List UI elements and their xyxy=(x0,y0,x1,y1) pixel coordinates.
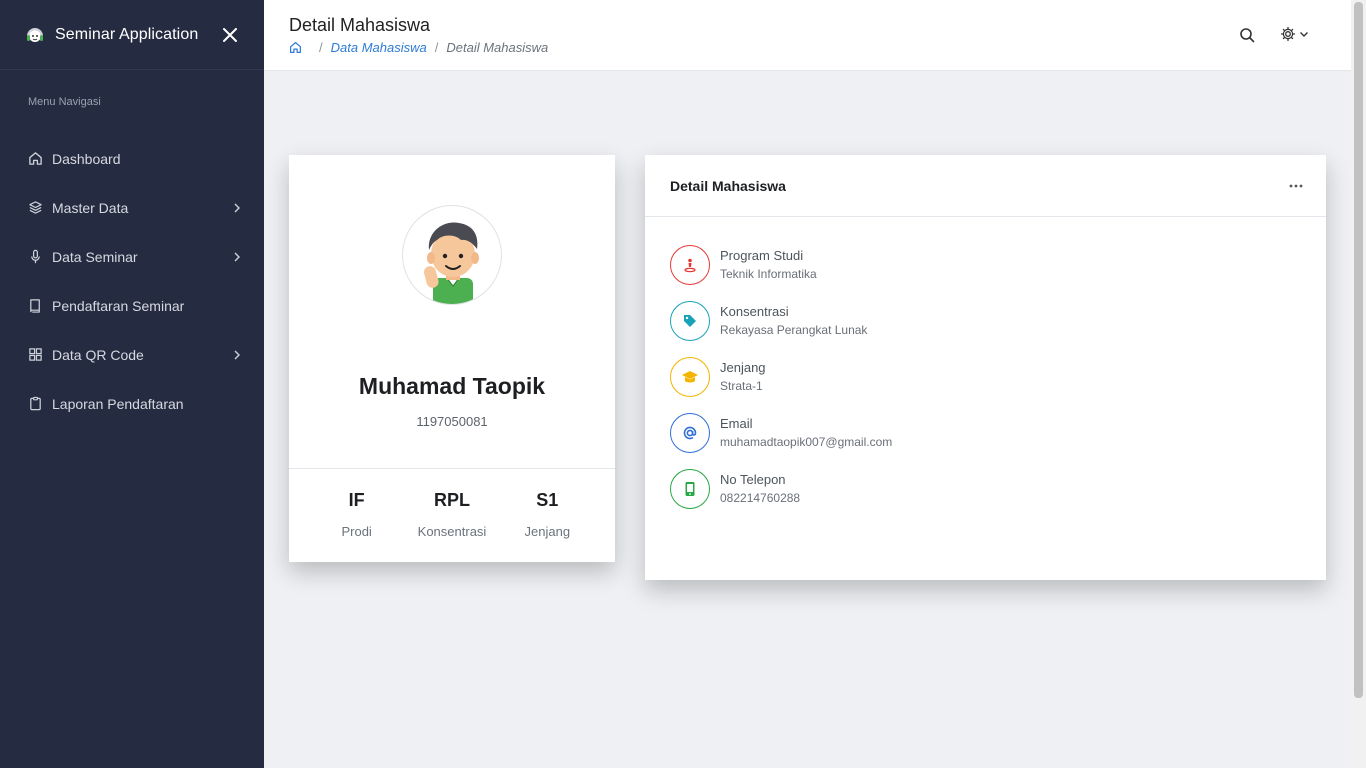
stat-label: Jenjang xyxy=(524,524,571,539)
sidebar-item-label: Data Seminar xyxy=(52,248,138,265)
profile-stats: IF Prodi RPL Konsentrasi S1 Jenjang xyxy=(289,490,615,539)
menu-heading: Menu Navigasi xyxy=(28,96,101,108)
breadcrumb-separator: / xyxy=(434,40,439,55)
chevron-down-icon xyxy=(1300,32,1308,37)
app-title: Seminar Application xyxy=(55,25,199,43)
info-row-konsentrasi: Konsentrasi Rekayasa Perangkat Lunak xyxy=(670,293,892,349)
sidebar-item-label: Dashboard xyxy=(52,150,121,167)
sidebar-menu: Dashboard Master Data Data Seminar Penda… xyxy=(0,134,264,428)
sidebar-item-label: Pendaftaran Seminar xyxy=(52,297,185,314)
detail-info-list: Program Studi Teknik Informatika Konsent… xyxy=(670,237,892,517)
breadcrumb-home-link[interactable] xyxy=(289,41,303,55)
at-icon xyxy=(670,413,710,453)
stat-label: Prodi xyxy=(341,524,372,539)
breadcrumb-current: Detail Mahasiswa xyxy=(446,40,549,55)
more-options-button[interactable] xyxy=(1286,179,1306,193)
settings-dropdown-button[interactable] xyxy=(1280,24,1312,44)
stat-prodi: IF Prodi xyxy=(312,490,402,539)
student-name: Muhamad Taopik xyxy=(358,373,546,399)
book-icon xyxy=(27,298,43,314)
info-value: Rekayasa Perangkat Lunak xyxy=(720,323,868,337)
info-value: Teknik Informatika xyxy=(720,267,817,281)
graduation-cap-icon xyxy=(670,357,710,397)
chevron-right-icon xyxy=(234,252,240,261)
sidebar-item-label: Laporan Pendaftaran xyxy=(52,395,184,412)
avatar xyxy=(402,205,502,305)
breadcrumb-link-data-mahasiswa[interactable]: Data Mahasiswa xyxy=(331,40,427,55)
grid-icon xyxy=(27,347,43,363)
stat-konsentrasi: RPL Konsentrasi xyxy=(407,490,497,539)
info-row-email: Email muhamadtaopik007@gmail.com xyxy=(670,405,892,461)
info-row-jenjang: Jenjang Strata-1 xyxy=(670,349,892,405)
microphone-icon xyxy=(27,249,43,265)
gear-icon xyxy=(1280,26,1296,42)
breadcrumb-separator: / xyxy=(319,40,323,55)
headset-logo-icon xyxy=(24,24,46,46)
student-nim: 1197050081 xyxy=(416,414,488,429)
stat-jenjang: S1 Jenjang xyxy=(502,490,592,539)
page-title: Detail Mahasiswa xyxy=(289,15,431,35)
layers-icon xyxy=(27,200,43,216)
sidebar-item-master-data[interactable]: Master Data xyxy=(0,183,264,232)
detail-card: Detail Mahasiswa Program Studi Teknik In… xyxy=(645,155,1326,580)
info-label: Konsentrasi xyxy=(720,304,789,319)
stat-value: RPL xyxy=(433,490,470,510)
sidebar-item-label: Master Data xyxy=(52,199,129,216)
close-sidebar-button[interactable] xyxy=(218,23,242,47)
top-header: Detail Mahasiswa / Data Mahasiswa / Deta… xyxy=(264,0,1351,71)
info-label: No Telepon xyxy=(720,472,786,487)
breadcrumb: / Data Mahasiswa / Detail Mahasiswa xyxy=(289,40,548,55)
stat-value: S1 xyxy=(536,490,559,510)
search-button[interactable] xyxy=(1236,24,1258,46)
info-value: muhamadtaopik007@gmail.com xyxy=(720,435,893,449)
sidebar-item-data-seminar[interactable]: Data Seminar xyxy=(0,232,264,281)
info-value: Strata-1 xyxy=(720,379,763,393)
info-label: Program Studi xyxy=(720,248,804,263)
page-scrollbar[interactable] xyxy=(1351,0,1366,768)
sidebar-item-laporan-pendaftaran[interactable]: Laporan Pendaftaran xyxy=(0,379,264,428)
sidebar-item-dashboard[interactable]: Dashboard xyxy=(0,134,264,183)
sidebar: Seminar Application Menu Navigasi Dashbo… xyxy=(0,0,264,768)
info-label: Jenjang xyxy=(720,360,766,375)
profile-card: Muhamad Taopik 1197050081 IF Prodi RPL K… xyxy=(289,155,615,562)
detail-card-title: Detail Mahasiswa xyxy=(670,177,786,194)
close-icon xyxy=(223,27,237,42)
student-avatar-icon xyxy=(423,222,479,304)
search-icon xyxy=(1240,28,1255,43)
chevron-right-icon xyxy=(234,350,240,359)
tag-icon xyxy=(670,301,710,341)
person-pin-icon xyxy=(670,245,710,285)
detail-card-header: Detail Mahasiswa xyxy=(645,155,1326,217)
home-icon xyxy=(290,42,301,53)
more-horizontal-icon xyxy=(1289,184,1303,187)
info-row-no-telepon: No Telepon 082214760288 xyxy=(670,461,892,517)
sidebar-item-pendaftaran-seminar[interactable]: Pendaftaran Seminar xyxy=(0,281,264,330)
sidebar-item-data-qr-code[interactable]: Data QR Code xyxy=(0,330,264,379)
info-label: Email xyxy=(720,416,753,431)
stat-label: Konsentrasi xyxy=(417,524,487,539)
stat-value: IF xyxy=(348,490,365,510)
divider xyxy=(289,468,615,469)
phone-icon xyxy=(670,469,710,509)
info-value: 082214760288 xyxy=(720,491,801,505)
scrollbar-thumb[interactable] xyxy=(1354,2,1363,698)
clipboard-icon xyxy=(27,396,43,412)
home-icon xyxy=(27,151,43,167)
sidebar-item-label: Data QR Code xyxy=(52,346,144,363)
chevron-right-icon xyxy=(234,203,240,212)
info-row-program-studi: Program Studi Teknik Informatika xyxy=(670,237,892,293)
brand-bar: Seminar Application xyxy=(0,0,264,70)
